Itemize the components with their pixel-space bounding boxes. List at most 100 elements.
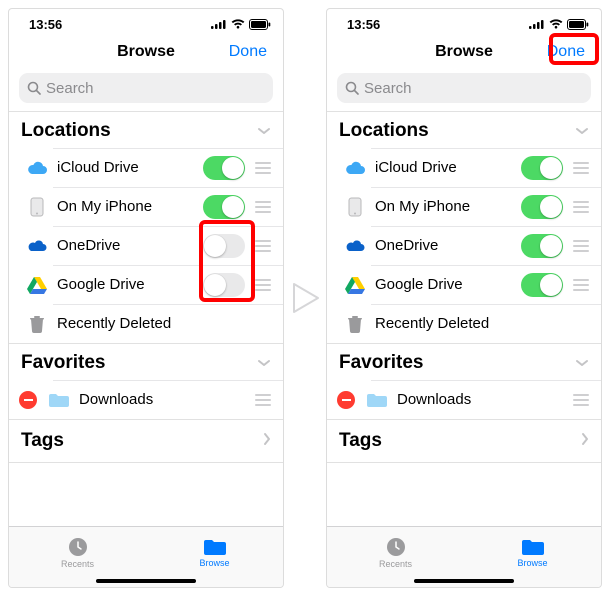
chevron-down-icon xyxy=(257,352,271,374)
status-time: 13:56 xyxy=(29,17,62,32)
chevron-down-icon xyxy=(575,120,589,142)
google-drive-icon xyxy=(23,276,51,294)
location-row-on-my-iphone[interactable]: On My iPhone xyxy=(9,187,283,226)
row-label: Recently Deleted xyxy=(51,315,273,332)
favorite-row-downloads[interactable]: Downloads xyxy=(327,380,601,419)
status-bar: 13:56 xyxy=(9,9,283,35)
location-row-icloud[interactable]: iCloud Drive xyxy=(327,148,601,187)
search-wrap: Search xyxy=(327,69,601,112)
reorder-handle[interactable] xyxy=(253,201,273,213)
search-icon xyxy=(27,81,41,95)
locations-title: Locations xyxy=(339,120,429,142)
tab-recents[interactable]: Recents xyxy=(9,527,146,587)
toggle-on-my-iphone[interactable] xyxy=(521,195,563,219)
nav-bar: Browse Done xyxy=(327,35,601,69)
locations-list: iCloud Drive On My iPhone OneDrive Googl… xyxy=(327,148,601,344)
battery-icon xyxy=(249,19,271,30)
favorites-list: Downloads xyxy=(327,380,601,420)
location-row-google-drive[interactable]: Google Drive xyxy=(327,265,601,304)
toggle-google-drive[interactable] xyxy=(521,273,563,297)
battery-icon xyxy=(567,19,589,30)
location-row-recently-deleted[interactable]: Recently Deleted xyxy=(327,304,601,343)
search-input[interactable]: Search xyxy=(337,73,591,103)
done-button[interactable]: Done xyxy=(543,41,589,63)
status-icons xyxy=(211,19,271,30)
toggle-google-drive[interactable] xyxy=(203,273,245,297)
tab-label: Browse xyxy=(199,558,229,568)
favorite-row-downloads[interactable]: Downloads xyxy=(9,380,283,419)
location-row-onedrive[interactable]: OneDrive xyxy=(9,226,283,265)
folder-icon xyxy=(45,392,73,408)
chevron-down-icon xyxy=(257,120,271,142)
row-label: Google Drive xyxy=(51,276,203,293)
home-indicator xyxy=(96,579,196,583)
folder-icon xyxy=(521,537,545,557)
reorder-handle[interactable] xyxy=(253,279,273,291)
clock-icon xyxy=(67,536,89,558)
done-button[interactable]: Done xyxy=(225,41,271,63)
favorites-header[interactable]: Favorites xyxy=(9,344,283,380)
home-indicator xyxy=(414,579,514,583)
location-row-onedrive[interactable]: OneDrive xyxy=(327,226,601,265)
tags-row[interactable]: Tags xyxy=(9,420,283,463)
favorites-title: Favorites xyxy=(339,352,423,374)
location-row-google-drive[interactable]: Google Drive xyxy=(9,265,283,304)
location-row-on-my-iphone[interactable]: On My iPhone xyxy=(327,187,601,226)
phone-right: 13:56 Browse Done Search Locations iClou… xyxy=(326,8,602,588)
reorder-handle[interactable] xyxy=(253,394,273,406)
status-icons xyxy=(529,19,589,30)
search-placeholder: Search xyxy=(46,80,94,97)
toggle-onedrive[interactable] xyxy=(521,234,563,258)
reorder-handle[interactable] xyxy=(571,240,591,252)
tab-recents[interactable]: Recents xyxy=(327,527,464,587)
reorder-handle[interactable] xyxy=(571,201,591,213)
chevron-down-icon xyxy=(575,352,589,374)
toggle-on-my-iphone[interactable] xyxy=(203,195,245,219)
search-placeholder: Search xyxy=(364,80,412,97)
nav-bar: Browse Done xyxy=(9,35,283,69)
toggle-onedrive[interactable] xyxy=(203,234,245,258)
row-label: On My iPhone xyxy=(51,198,203,215)
row-label: Recently Deleted xyxy=(369,315,591,332)
remove-button[interactable] xyxy=(337,391,355,409)
search-input[interactable]: Search xyxy=(19,73,273,103)
tags-title: Tags xyxy=(339,430,382,452)
folder-icon xyxy=(203,537,227,557)
location-row-recently-deleted[interactable]: Recently Deleted xyxy=(9,304,283,343)
favorites-list: Downloads xyxy=(9,380,283,420)
search-icon xyxy=(345,81,359,95)
tab-browse[interactable]: Browse xyxy=(146,527,283,587)
folder-icon xyxy=(363,392,391,408)
signal-icon xyxy=(211,19,227,29)
wifi-icon xyxy=(549,19,563,29)
locations-header[interactable]: Locations xyxy=(327,112,601,148)
location-row-icloud[interactable]: iCloud Drive xyxy=(9,148,283,187)
clock-icon xyxy=(385,536,407,558)
reorder-handle[interactable] xyxy=(253,240,273,252)
favorites-header[interactable]: Favorites xyxy=(327,344,601,380)
reorder-handle[interactable] xyxy=(253,162,273,174)
tab-label: Browse xyxy=(517,558,547,568)
tags-row[interactable]: Tags xyxy=(327,420,601,463)
row-label: Downloads xyxy=(391,391,563,408)
locations-header[interactable]: Locations xyxy=(9,112,283,148)
row-label: OneDrive xyxy=(369,237,521,254)
reorder-handle[interactable] xyxy=(571,162,591,174)
onedrive-icon xyxy=(341,239,369,253)
trash-icon xyxy=(23,315,51,333)
search-wrap: Search xyxy=(9,69,283,112)
row-label: Google Drive xyxy=(369,276,521,293)
status-bar: 13:56 xyxy=(327,9,601,35)
onedrive-icon xyxy=(23,239,51,253)
toggle-icloud[interactable] xyxy=(521,156,563,180)
trash-icon xyxy=(341,315,369,333)
remove-button[interactable] xyxy=(19,391,37,409)
chevron-right-icon xyxy=(263,430,271,452)
tab-browse[interactable]: Browse xyxy=(464,527,601,587)
reorder-handle[interactable] xyxy=(571,279,591,291)
toggle-icloud[interactable] xyxy=(203,156,245,180)
tags-title: Tags xyxy=(21,430,64,452)
tab-bar: Recents Browse xyxy=(327,526,601,587)
row-label: iCloud Drive xyxy=(51,159,203,176)
reorder-handle[interactable] xyxy=(571,394,591,406)
